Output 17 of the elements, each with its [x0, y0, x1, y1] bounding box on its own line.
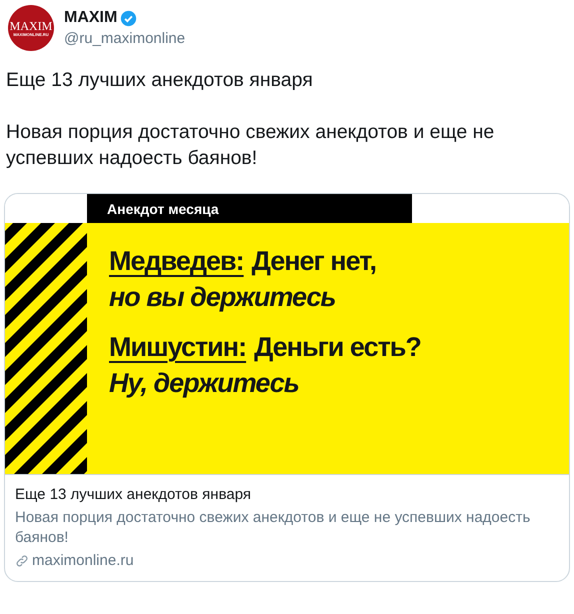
quote-text: Денег нет, [252, 245, 376, 278]
quote-text: Ну, держитесь [109, 367, 300, 400]
tweet-text: Еще 13 лучших анекдотов января [6, 68, 314, 93]
card-description: Новая порция достаточно свежих анекдотов и еще не успевших надоесть баянов! [15, 508, 532, 548]
quote-text: но вы держитесь [109, 281, 336, 314]
card-domain[interactable]: maximonline.ru [32, 551, 134, 571]
card-title: Еще 13 лучших анекдотов января [15, 485, 252, 505]
link-card[interactable] [4, 193, 570, 582]
author-name[interactable]: MAXIM [64, 9, 118, 27]
author-handle[interactable]: @ru_maximonline [64, 30, 186, 47]
link-icon [15, 554, 29, 568]
speaker-name: Мишустин: [109, 331, 246, 364]
tweet-text: Новая порция достаточно свежих анекдотов и еще не успевших надоесть баянов! [6, 120, 496, 171]
logo-text: MAXIM [10, 20, 52, 32]
image-label: Анекдот месяца [87, 194, 412, 223]
speaker-name: Медведев: [109, 245, 244, 278]
quote-text: Деньги есть? [254, 331, 421, 364]
